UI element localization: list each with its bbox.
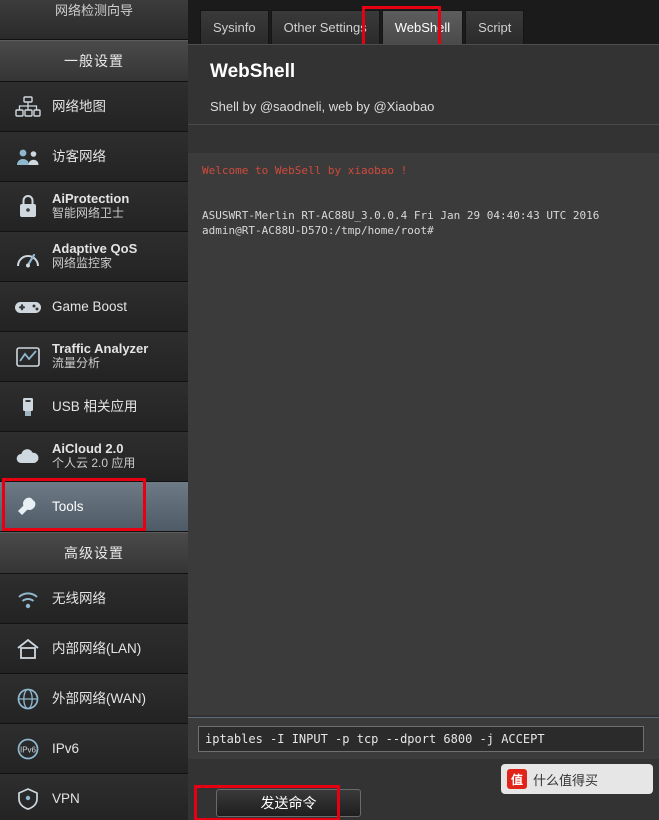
sidebar-section-general: 一般设置 — [0, 40, 188, 82]
page-subtitle: Shell by @saodneli, web by @Xiaobao — [188, 93, 659, 125]
sidebar-item-adaptive-qos[interactable]: Adaptive QoS 网络监控家 — [0, 232, 188, 282]
sidebar-item-usb-application-label: USB 相关应用 — [52, 398, 138, 414]
tab-other-settings[interactable]: Other Settings — [270, 10, 380, 44]
page-title: WebShell — [210, 61, 296, 82]
svg-text:IPv6: IPv6 — [20, 745, 37, 754]
watermark-badge: 值 — [507, 769, 527, 789]
wan-icon — [10, 682, 46, 716]
router-admin-screen: 网络检测向导 一般设置 网络地图 访客网络 AiProtection 智能网络卫… — [0, 0, 659, 820]
sidebar-item-usb-application[interactable]: USB 相关应用 — [0, 382, 188, 432]
tab-other-settings-label: Other Settings — [283, 20, 367, 35]
sidebar-item-aicloud-sublabel: 个人云 2.0 应用 — [52, 456, 136, 471]
sidebar-item-traffic-analyzer-text: Traffic Analyzer 流量分析 — [52, 341, 149, 371]
sidebar-item-traffic-analyzer-sublabel: 流量分析 — [52, 356, 101, 371]
network-map-icon — [10, 90, 46, 124]
aiprotection-icon — [10, 190, 46, 224]
sidebar-item-wan-label: 外部网络(WAN) — [52, 690, 146, 706]
console-line-2: admin@RT-AC88U-D57O:/tmp/home/root# — [202, 224, 434, 237]
send-command-button[interactable]: 发送命令 — [216, 789, 361, 817]
tab-sysinfo[interactable]: Sysinfo — [200, 10, 269, 44]
sidebar-item-tools-label: Tools — [52, 498, 84, 514]
usb-icon — [10, 390, 46, 424]
sidebar-top-cut-label: 网络检测向导 — [54, 3, 133, 18]
game-boost-icon — [10, 290, 46, 324]
sidebar-item-aiprotection-label: AiProtection — [52, 191, 130, 207]
sidebar-item-lan-text: 内部网络(LAN) — [52, 641, 141, 657]
watermark-text: 什么值得买 — [533, 772, 599, 788]
ipv6-icon: IPv6 — [10, 732, 46, 766]
sidebar-item-ipv6-text: IPv6 — [52, 741, 79, 757]
wireless-icon — [10, 582, 46, 616]
sidebar-item-vpn-text: VPN — [52, 791, 80, 807]
lan-icon — [10, 632, 46, 666]
sidebar-item-lan[interactable]: 内部网络(LAN) — [0, 624, 188, 674]
vpn-icon — [10, 782, 46, 816]
sidebar-item-adaptive-qos-label: Adaptive QoS — [52, 241, 138, 257]
sidebar-item-aiprotection-sublabel: 智能网络卫士 — [52, 206, 125, 221]
tab-webshell-label: WebShell — [394, 20, 451, 35]
main-content: Sysinfo Other Settings WebShell Script W… — [188, 0, 659, 820]
watermark: 值 什么值得买 — [501, 764, 653, 794]
tab-script[interactable]: Script — [465, 10, 525, 44]
sidebar-item-guest-network-text: 访客网络 — [52, 149, 106, 165]
sidebar-item-vpn[interactable]: VPN — [0, 774, 188, 820]
sidebar-item-ipv6-label: IPv6 — [52, 740, 80, 756]
tab-sysinfo-label: Sysinfo — [213, 20, 256, 35]
command-input[interactable] — [198, 726, 644, 752]
console-line-1: ASUSWRT-Merlin RT-AC88U_3.0.0.4 Fri Jan … — [202, 209, 600, 222]
sidebar-item-wan-text: 外部网络(WAN) — [52, 691, 146, 707]
sidebar-item-network-map-label: 网络地图 — [52, 98, 106, 114]
sidebar-item-adaptive-qos-sublabel: 网络监控家 — [52, 256, 113, 271]
sidebar-item-aicloud-text: AiCloud 2.0 个人云 2.0 应用 — [52, 441, 136, 471]
aicloud-icon — [10, 440, 46, 474]
tab-bar: Sysinfo Other Settings WebShell Script — [188, 0, 659, 52]
console-welcome-line: Welcome to WebSell by xiaobao ! — [202, 164, 408, 177]
sidebar-item-aicloud-label: AiCloud 2.0 — [52, 441, 124, 457]
tab-script-label: Script — [478, 20, 512, 35]
adaptive-qos-icon — [10, 240, 46, 274]
command-input-row — [188, 717, 659, 759]
sidebar-item-wireless-label: 无线网络 — [52, 590, 106, 606]
sidebar-top-cut-item[interactable]: 网络检测向导 — [0, 0, 188, 40]
console-output[interactable]: Welcome to WebSell by xiaobao ! ASUSWRT-… — [188, 153, 659, 715]
sidebar-item-adaptive-qos-text: Adaptive QoS 网络监控家 — [52, 241, 138, 271]
sidebar-item-aicloud[interactable]: AiCloud 2.0 个人云 2.0 应用 — [0, 432, 188, 482]
webshell-panel: WebShell Shell by @saodneli, web by @Xia… — [188, 44, 659, 820]
sidebar-item-wireless[interactable]: 无线网络 — [0, 574, 188, 624]
sidebar-item-network-map-text: 网络地图 — [52, 99, 106, 115]
sidebar-item-traffic-analyzer-label: Traffic Analyzer — [52, 341, 149, 357]
sidebar-item-guest-network[interactable]: 访客网络 — [0, 132, 188, 182]
sidebar-item-tools-text: Tools — [52, 499, 84, 515]
sidebar-item-game-boost-text: Game Boost — [52, 299, 127, 315]
sidebar-item-lan-label: 内部网络(LAN) — [52, 640, 142, 656]
guest-network-icon — [10, 140, 46, 174]
sidebar-section-advanced-label: 高级设置 — [64, 545, 124, 561]
sidebar-item-wireless-text: 无线网络 — [52, 591, 106, 607]
sidebar-item-game-boost[interactable]: Game Boost — [0, 282, 188, 332]
sidebar-item-tools[interactable]: Tools — [0, 482, 188, 532]
sidebar-item-aiprotection[interactable]: AiProtection 智能网络卫士 — [0, 182, 188, 232]
sidebar-item-game-boost-label: Game Boost — [52, 298, 128, 314]
sidebar-item-network-map[interactable]: 网络地图 — [0, 82, 188, 132]
sidebar-item-aiprotection-text: AiProtection 智能网络卫士 — [52, 191, 130, 221]
sidebar-section-general-label: 一般设置 — [64, 53, 124, 69]
sidebar: 网络检测向导 一般设置 网络地图 访客网络 AiProtection 智能网络卫… — [0, 0, 188, 820]
sidebar-item-vpn-label: VPN — [52, 790, 80, 806]
send-command-label: 发送命令 — [260, 795, 317, 811]
traffic-analyzer-icon — [10, 340, 46, 374]
sidebar-section-advanced: 高级设置 — [0, 532, 188, 574]
sidebar-item-wan[interactable]: 外部网络(WAN) — [0, 674, 188, 724]
tab-webshell[interactable]: WebShell — [381, 10, 464, 44]
sidebar-item-guest-network-label: 访客网络 — [52, 148, 106, 164]
sidebar-item-ipv6[interactable]: IPv6 IPv6 — [0, 724, 188, 774]
sidebar-item-usb-application-text: USB 相关应用 — [52, 399, 138, 415]
tools-icon — [10, 490, 46, 524]
sidebar-item-traffic-analyzer[interactable]: Traffic Analyzer 流量分析 — [0, 332, 188, 382]
